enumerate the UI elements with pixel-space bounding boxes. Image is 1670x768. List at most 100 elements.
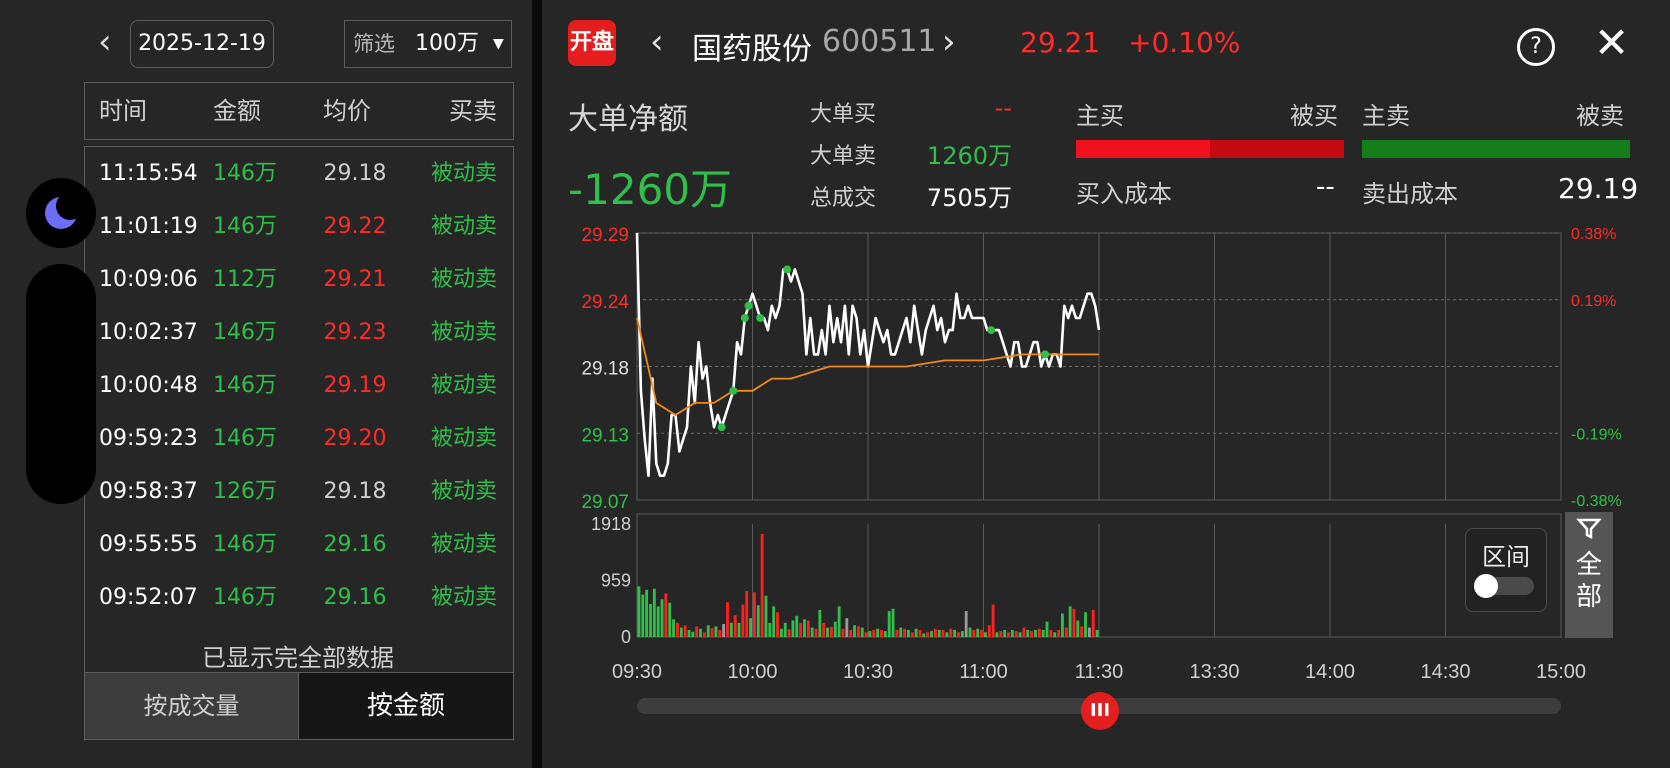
volume-bar	[756, 605, 760, 637]
time-tick-label: 15:00	[1536, 661, 1586, 683]
volume-bar	[933, 628, 937, 637]
time-tick-label: 11:30	[1075, 661, 1124, 683]
time-tick-label: 10:00	[727, 661, 777, 683]
volume-bar	[876, 628, 880, 637]
volume-bar	[887, 611, 891, 637]
volume-bar	[741, 604, 745, 637]
volume-bar	[714, 626, 718, 637]
volume-bar	[872, 629, 876, 637]
volume-bar	[652, 588, 656, 637]
volume-bar	[1064, 627, 1068, 637]
volume-bar	[702, 632, 706, 637]
volume-bar	[837, 606, 841, 637]
price-tick-label: 29.07	[581, 492, 629, 513]
volume-bar	[779, 628, 783, 637]
volume-bar	[649, 604, 652, 637]
volume-bar	[664, 593, 668, 637]
volume-bar	[883, 631, 887, 637]
volume-bar	[722, 624, 726, 637]
range-toggle-box[interactable]: 区间	[1465, 528, 1547, 612]
volume-bar	[691, 631, 695, 637]
volume-bar	[733, 615, 737, 637]
volume-bar	[1072, 608, 1076, 637]
volume-bar	[1026, 629, 1030, 637]
toggle-knob	[1474, 574, 1498, 598]
volume-bar	[1022, 627, 1026, 637]
trade-marker	[1041, 350, 1050, 359]
trade-marker	[717, 423, 726, 432]
volume-bar	[968, 627, 972, 637]
volume-bar	[822, 622, 826, 637]
volume-bar	[672, 619, 675, 637]
volume-bar	[683, 625, 687, 637]
slider-handle[interactable]: III	[1081, 692, 1119, 730]
all-filter-button[interactable]: 全 部	[1565, 512, 1613, 638]
volume-bar	[1010, 629, 1014, 637]
volume-bar	[1034, 629, 1037, 637]
trade-marker	[729, 386, 738, 395]
volume-bar	[953, 629, 957, 637]
volume-bar	[1037, 628, 1041, 637]
volume-bar	[856, 626, 860, 637]
volume-bar	[918, 629, 922, 637]
volume-bar	[999, 631, 1003, 637]
range-toggle-switch[interactable]	[1474, 574, 1534, 598]
volume-bar	[818, 609, 822, 637]
volume-bar	[668, 602, 672, 637]
volume-bar	[764, 595, 768, 637]
volume-bar	[826, 627, 829, 637]
volume-bar	[907, 629, 910, 637]
volume-bar	[645, 589, 649, 637]
volume-bar	[922, 633, 926, 637]
volume-bar	[937, 629, 941, 637]
volume-bar	[972, 629, 976, 637]
volume-bar	[914, 628, 918, 637]
volume-bar	[910, 632, 914, 637]
volume-bar	[1091, 609, 1095, 637]
volume-bar	[1049, 629, 1053, 637]
volume-bar	[737, 622, 741, 637]
volume-bar	[860, 627, 864, 637]
volume-bar	[957, 632, 960, 637]
chart-grid	[636, 232, 1562, 638]
intraday-chart[interactable]: 29.29 29.24 29.18 29.13 29.07 0.38% 0.19% -0.19…	[0, 0, 1670, 768]
volume-tick-label: 0	[621, 627, 631, 647]
volume-bar	[830, 626, 833, 637]
volume-bar	[868, 631, 872, 637]
volume-bar	[930, 631, 933, 637]
volume-bar	[1076, 620, 1080, 637]
volume-bar	[814, 628, 818, 637]
trade-marker	[740, 313, 749, 322]
volume-bar	[641, 594, 645, 637]
volume-bar	[833, 621, 837, 637]
volume-bar	[899, 627, 903, 637]
volume-bar	[660, 599, 664, 637]
volume-bar	[864, 632, 868, 637]
volume-bar	[1007, 632, 1010, 637]
volume-bar	[687, 629, 691, 637]
volume-bar	[783, 622, 787, 637]
all-label-1: 全	[1575, 550, 1602, 580]
volume-bar	[1030, 631, 1034, 637]
volume-bar	[895, 629, 899, 637]
volume-bar	[949, 628, 953, 637]
volume-bar	[749, 618, 752, 637]
volume-bar	[845, 618, 849, 637]
all-label-2: 部	[1575, 582, 1602, 612]
volume-bar	[945, 632, 949, 637]
percent-tick-label: 0.38%	[1571, 226, 1616, 243]
volume-tick-label: 1918	[591, 514, 631, 534]
volume-bar	[1041, 629, 1045, 637]
volume-bar	[976, 628, 980, 637]
trade-marker	[756, 313, 765, 322]
percent-tick-label: -0.38%	[1571, 493, 1622, 510]
volume-bar	[926, 632, 930, 637]
time-tick-label: 10:30	[843, 661, 893, 683]
volume-bar	[1057, 629, 1060, 637]
price-tick-label: 29.29	[581, 225, 629, 246]
volume-bar	[987, 625, 991, 637]
price-tick-label: 29.13	[581, 425, 629, 446]
volume-bar	[984, 632, 987, 637]
volume-bar	[1061, 613, 1064, 637]
trade-marker	[987, 326, 996, 335]
